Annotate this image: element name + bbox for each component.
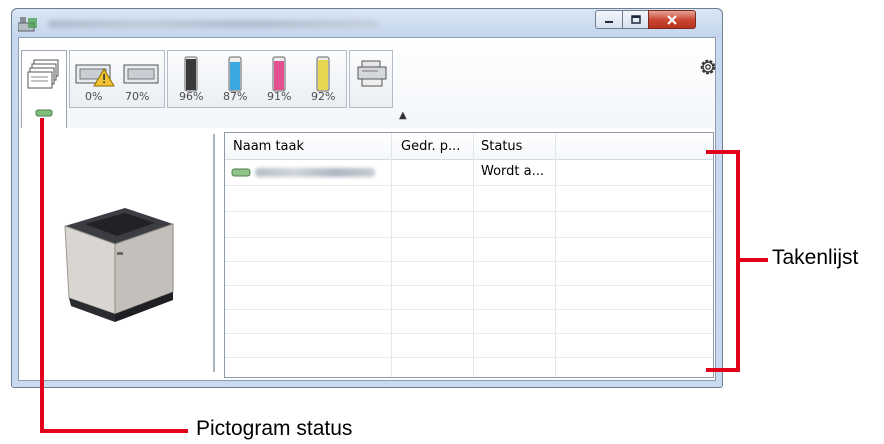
multifunction-printer-icon	[357, 60, 387, 87]
job-status-text: Wordt a...	[481, 164, 545, 179]
printer-image	[64, 208, 174, 322]
settings-gear-icon[interactable]	[697, 56, 719, 82]
maximize-icon	[630, 14, 641, 24]
callout-takenlijst: Takenlijst	[772, 246, 859, 269]
paper-level-1: 0%	[85, 90, 103, 103]
panel-splitter[interactable]	[213, 134, 215, 372]
minimize-button[interactable]	[595, 10, 623, 29]
callout-line-bottom	[40, 429, 188, 433]
job-status-icon	[231, 168, 251, 177]
job-name-blurred	[255, 168, 375, 177]
minimize-icon	[605, 20, 613, 23]
document-stack-icon	[27, 59, 59, 89]
column-header-printed-pages[interactable]: Gedr. p...	[401, 139, 460, 154]
table-row[interactable]: Wordt a...	[225, 160, 713, 185]
maximize-button[interactable]	[622, 10, 649, 29]
column-header-job-name[interactable]: Naam taak	[233, 139, 304, 154]
tab-device[interactable]	[349, 50, 393, 108]
paper-level-2: 70%	[125, 90, 150, 103]
callout-line-right	[738, 258, 768, 262]
toner-level-yellow: 92%	[311, 90, 336, 103]
title-bar[interactable]	[12, 9, 722, 37]
callout-line-vertical	[40, 118, 44, 432]
toner-black-icon	[184, 56, 198, 92]
callout-bracket-top	[706, 150, 740, 154]
close-button[interactable]	[648, 10, 696, 29]
window-client-area: 0% 70% 96% 87% 91% 92% ▲ Naam taak Gedr.…	[18, 37, 716, 381]
toner-level-magenta: 91%	[267, 90, 292, 103]
status-monitor-window: 0% 70% 96% 87% 91% 92% ▲ Naam taak Gedr.…	[11, 8, 723, 388]
paper-cassette-icon	[123, 64, 159, 84]
toner-magenta-icon	[272, 56, 286, 92]
printer-app-icon	[17, 15, 38, 33]
tab-job-list[interactable]	[21, 50, 67, 128]
job-list-table[interactable]: Naam taak Gedr. p... Status Wordt a...	[224, 132, 714, 378]
tab-paper[interactable]	[69, 50, 165, 108]
toner-level-cyan: 87%	[223, 90, 248, 103]
paper-cassette-warning-icon	[75, 64, 115, 87]
column-header-status[interactable]: Status	[481, 139, 522, 154]
callout-pictogram-status: Pictogram status	[196, 417, 353, 440]
toner-level-black: 96%	[179, 90, 204, 103]
close-icon	[667, 14, 677, 25]
callout-bracket-bottom	[706, 368, 740, 372]
status-indicator-icon	[35, 109, 53, 117]
window-title-blurred	[48, 20, 378, 28]
toner-yellow-icon	[316, 56, 330, 92]
toner-cyan-icon	[228, 56, 242, 92]
collapse-caret-icon[interactable]: ▲	[399, 110, 407, 121]
